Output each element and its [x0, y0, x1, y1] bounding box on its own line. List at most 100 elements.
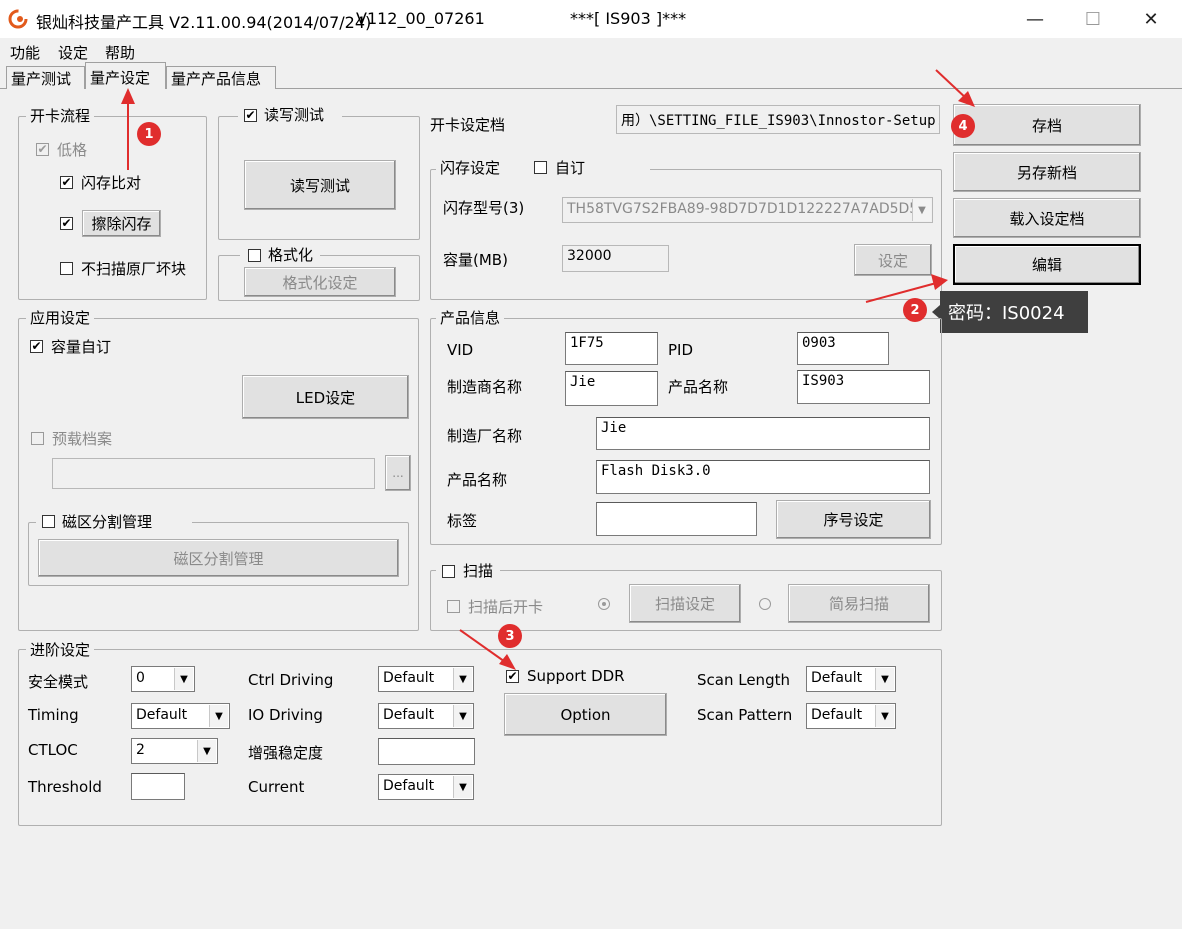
- preload-checkbox[interactable]: [31, 432, 44, 445]
- product-name-label: 产品名称: [447, 471, 508, 489]
- threshold-field[interactable]: [131, 773, 185, 800]
- scan-checkbox[interactable]: [442, 565, 455, 578]
- chevron-down-icon: ▼: [875, 668, 894, 690]
- scan-length-select[interactable]: Default ▼: [806, 666, 896, 692]
- stability-label: 增强稳定度: [248, 744, 324, 762]
- close-button[interactable]: ✕: [1122, 0, 1180, 38]
- low-grade-checkbox[interactable]: ✔: [36, 143, 49, 156]
- product-field[interactable]: IS903: [797, 370, 930, 404]
- preload-label: 预载档案: [52, 430, 113, 448]
- flash-compare-checkbox[interactable]: ✔: [60, 176, 73, 189]
- window-title: 银灿科技量产工具 V2.11.00.94(2014/07/24): [36, 13, 372, 32]
- chevron-down-icon: ▼: [453, 668, 472, 690]
- menu-function[interactable]: 功能: [10, 42, 40, 63]
- scan-after-open-label: 扫描后开卡: [468, 598, 544, 616]
- tag-field[interactable]: [596, 502, 757, 536]
- scan-pattern-select[interactable]: Default ▼: [806, 703, 896, 729]
- format-label: 格式化: [268, 246, 314, 264]
- tooltip-pointer: [932, 305, 940, 319]
- pid-label: PID: [668, 341, 694, 359]
- annotation-badge-3: 3: [498, 624, 522, 648]
- current-select[interactable]: Default ▼: [378, 774, 474, 800]
- timing-select[interactable]: Default ▼: [131, 703, 230, 729]
- ctloc-select[interactable]: 2 ▼: [131, 738, 218, 764]
- product-name-field[interactable]: Flash Disk3.0: [596, 460, 930, 494]
- io-driving-label: IO Driving: [248, 706, 323, 724]
- scan-settings-radio[interactable]: [598, 598, 610, 610]
- preload-path-field[interactable]: [52, 458, 375, 489]
- io-driving-value: Default: [383, 707, 435, 723]
- capacity-custom-checkbox[interactable]: ✔: [30, 340, 43, 353]
- window-chip: ***[ IS903 ]***: [570, 9, 687, 28]
- safe-mode-value: 0: [136, 670, 145, 686]
- current-label: Current: [248, 778, 305, 796]
- load-settings-button[interactable]: 载入设定档: [953, 198, 1141, 238]
- manufacturer-field[interactable]: Jie: [596, 417, 930, 450]
- setting-file-label: 开卡设定档: [430, 116, 506, 134]
- erase-flash-button[interactable]: 擦除闪存: [82, 210, 161, 237]
- format-settings-button[interactable]: 格式化设定: [244, 267, 396, 297]
- scan-settings-button[interactable]: 扫描设定: [629, 584, 741, 623]
- ctrl-driving-label: Ctrl Driving: [248, 671, 334, 689]
- format-checkbox[interactable]: [248, 249, 261, 262]
- flash-set-button[interactable]: 设定: [854, 244, 932, 276]
- no-scan-bad-block-checkbox[interactable]: [60, 262, 73, 275]
- threshold-label: Threshold: [28, 778, 102, 796]
- serial-settings-button[interactable]: 序号设定: [776, 500, 931, 539]
- edit-button[interactable]: 编辑: [953, 244, 1141, 285]
- tab-mass-settings[interactable]: 量产设定: [85, 62, 166, 89]
- browse-button[interactable]: ...: [385, 455, 411, 491]
- flash-model-select[interactable]: TH58TVG7S2FBA89-98D7D7D1D122227A7AD5D5 ▼: [562, 197, 933, 223]
- ctrl-driving-select[interactable]: Default ▼: [378, 666, 474, 692]
- safe-mode-select[interactable]: 0 ▼: [131, 666, 195, 692]
- partition-label: 磁区分割管理: [62, 513, 153, 531]
- vid-field[interactable]: 1F75: [565, 332, 658, 365]
- simple-scan-radio[interactable]: [759, 598, 771, 610]
- support-ddr-checkbox[interactable]: ✔: [506, 670, 519, 683]
- flash-model-label: 闪存型号(3): [443, 199, 525, 217]
- rw-test-label: 读写测试: [264, 106, 325, 124]
- simple-scan-button[interactable]: 简易扫描: [788, 584, 930, 623]
- maximize-button[interactable]: ☐: [1064, 0, 1122, 38]
- menu-settings[interactable]: 设定: [58, 42, 88, 63]
- low-grade-label: 低格: [57, 141, 88, 159]
- save-button[interactable]: 存档: [953, 104, 1141, 146]
- flash-settings-group: [430, 169, 942, 300]
- flash-custom-checkbox[interactable]: [534, 161, 547, 174]
- capacity-label: 容量(MB): [443, 251, 508, 269]
- chevron-down-icon: ▼: [209, 705, 228, 727]
- app-icon: [8, 9, 28, 29]
- tab-mass-test[interactable]: 量产测试: [6, 66, 85, 89]
- product-info-title: 产品信息: [436, 309, 505, 327]
- minimize-button[interactable]: —: [1006, 0, 1064, 38]
- pid-field[interactable]: 0903: [797, 332, 889, 365]
- ctloc-value: 2: [136, 742, 145, 758]
- timing-label: Timing: [28, 706, 79, 724]
- erase-flash-checkbox[interactable]: ✔: [60, 217, 73, 230]
- partition-checkbox[interactable]: [42, 515, 55, 528]
- rw-test-checkbox[interactable]: ✔: [244, 109, 257, 122]
- arrow-4: [935, 69, 969, 101]
- menu-help[interactable]: 帮助: [105, 42, 135, 63]
- scan-after-open-checkbox[interactable]: [447, 600, 460, 613]
- stability-field[interactable]: [378, 738, 475, 765]
- capacity-custom-label: 容量自订: [51, 338, 112, 356]
- rw-test-button[interactable]: 读写测试: [244, 160, 396, 210]
- annotation-badge-1: 1: [137, 122, 161, 146]
- tab-product-info[interactable]: 量产产品信息: [166, 66, 276, 89]
- save-as-button[interactable]: 另存新档: [953, 152, 1141, 192]
- capacity-field[interactable]: 32000: [562, 245, 669, 272]
- vendor-label: 制造商名称: [447, 378, 523, 396]
- vid-label: VID: [447, 341, 474, 359]
- product-label: 产品名称: [668, 378, 729, 396]
- option-button[interactable]: Option: [504, 693, 667, 736]
- io-driving-select[interactable]: Default ▼: [378, 703, 474, 729]
- ctrl-driving-value: Default: [383, 670, 435, 686]
- vendor-field[interactable]: Jie: [565, 371, 658, 406]
- advanced-title: 进阶设定: [26, 641, 95, 659]
- manufacturer-label: 制造厂名称: [447, 427, 523, 445]
- led-settings-button[interactable]: LED设定: [242, 375, 409, 419]
- partition-button[interactable]: 磁区分割管理: [38, 539, 399, 577]
- scan-pattern-value: Default: [811, 707, 863, 723]
- chevron-down-icon: ▼: [453, 776, 472, 798]
